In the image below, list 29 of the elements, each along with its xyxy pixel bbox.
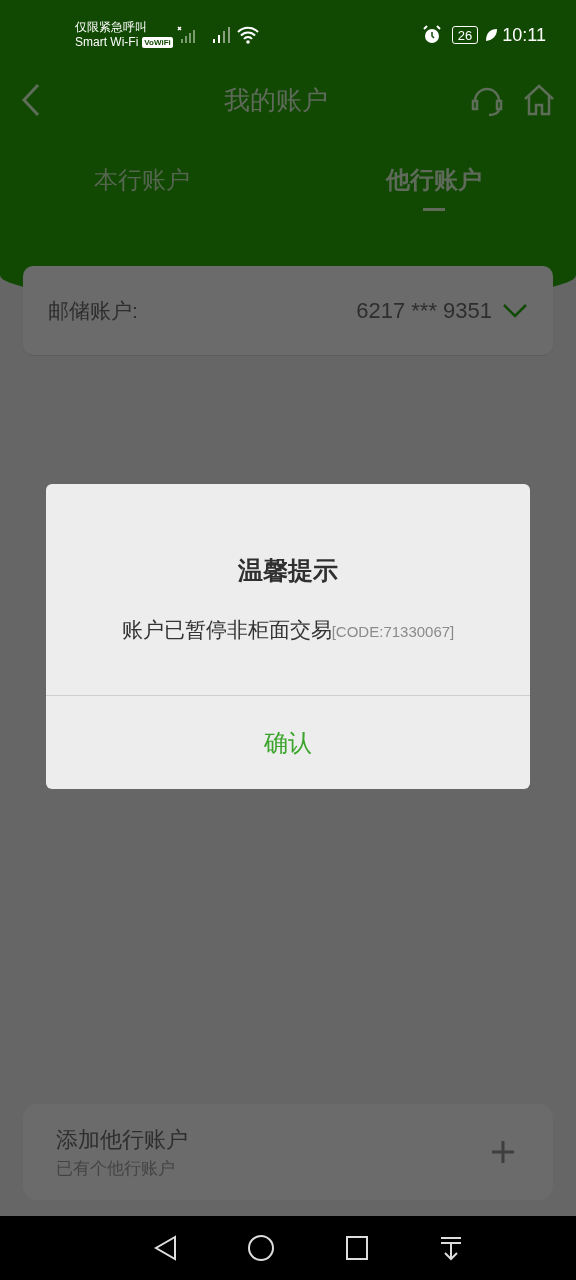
recents-nav-icon[interactable] [345,1235,369,1261]
chevron-down-icon[interactable] [502,302,528,319]
back-nav-icon[interactable] [153,1235,177,1261]
home-nav-icon[interactable] [247,1234,275,1262]
no-signal-icon [176,26,197,44]
download-icon[interactable] [439,1235,463,1261]
alarm-icon [421,25,442,45]
wifi-icon [236,26,259,44]
wifi-calling-text: Smart Wi-Fi [75,35,139,50]
add-account-title: 添加他行账户 [56,1125,189,1154]
dialog-title: 温馨提示 [238,555,338,586]
account-label: 邮储账户: [48,297,138,324]
vowifi-badge: VoWiFi [142,37,173,48]
tab[interactable]: 他行账户 [288,158,576,211]
account-card[interactable]: 邮储账户: 6217 *** 9351 [23,266,553,356]
account-number: 6217 *** 9351 [356,297,492,325]
signal-icon [212,27,231,43]
error-code: [CODE:71330067] [331,622,455,642]
confirm-button[interactable]: 确认 [46,695,530,789]
home-icon[interactable] [522,83,556,117]
dialog-message: 账户已暂停非柜面交易 [121,616,332,643]
leaf-icon [484,28,499,42]
back-icon[interactable] [20,83,42,117]
tab[interactable]: 本行账户 [0,158,288,211]
carrier-text: 仅限紧急呼叫 [75,20,148,35]
battery-indicator: 26 [451,26,479,44]
page-title: 我的账户 [223,83,329,117]
clock-text: 10:11 [502,23,546,47]
plus-icon[interactable] [491,1140,515,1164]
